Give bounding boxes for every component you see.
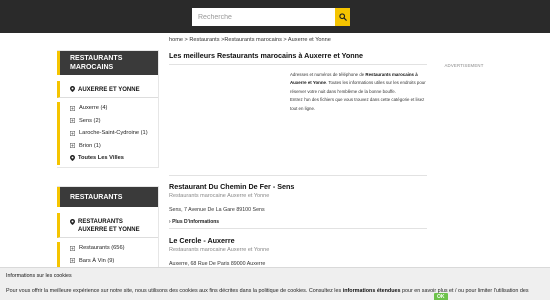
cookie-title: Informations sur les cookies xyxy=(6,273,72,279)
sidebar-location[interactable]: RESTAURANTS AUXERRE ET YONNE xyxy=(57,213,158,238)
cookie-banner: Informations sur les cookies Pour vous o… xyxy=(0,267,550,300)
listing-address: Sens, 7 Avenue De La Gare 89100 Sens xyxy=(169,207,265,213)
sidebar-heading: RESTAURANTS xyxy=(57,187,158,207)
divider xyxy=(169,175,427,176)
location-pin-icon xyxy=(70,219,75,225)
sidebar-location[interactable]: AUXERRE ET YONNE xyxy=(57,81,158,98)
top-bar xyxy=(0,0,550,33)
sidebar-heading: RESTAURANTS MAROCAINS xyxy=(57,51,158,75)
plus-square-icon xyxy=(70,258,75,264)
sidebar-item-brion[interactable]: Brion (1) xyxy=(57,139,158,152)
sidebar-restaurants: RESTAURANTS RESTAURANTS AUXERRE ET YONNE… xyxy=(57,186,159,276)
intro-text: Adresses et numéros de téléphone de Rest… xyxy=(290,71,428,113)
sidebar-item-label: Bars À Vin (9) xyxy=(79,257,115,264)
listing-item: Restaurant Du Chemin De Fer - Sens Resta… xyxy=(169,182,427,225)
plus-square-icon xyxy=(70,245,75,251)
intro-paragraph-1: Adresses et numéros de téléphone de Rest… xyxy=(290,72,426,94)
sidebar-item-label: Toutes Les Villes xyxy=(78,155,124,162)
sidebar-restaurants-marocains: RESTAURANTS MAROCAINS AUXERRE ET YONNE A… xyxy=(57,50,159,168)
sidebar-item-laroche[interactable]: Laroche-Saint-Cydroine (1) xyxy=(57,127,158,140)
location-pin-icon xyxy=(70,86,75,92)
cookie-ok-button[interactable]: OK xyxy=(434,293,448,300)
plus-square-icon xyxy=(70,130,75,136)
divider xyxy=(169,228,427,229)
sidebar-item-sens[interactable]: Sens (2) xyxy=(57,114,158,127)
location-pin-icon xyxy=(70,155,75,162)
listing-category: Restaurants marocaine Auxerre et Yonne xyxy=(169,193,270,199)
plus-square-icon xyxy=(70,105,75,111)
chevron-right-icon: › xyxy=(169,219,171,225)
sidebar-item-label: Sens (2) xyxy=(79,117,101,124)
search-button[interactable] xyxy=(335,8,350,26)
breadcrumb[interactable]: home > Restaurants >Restaurants marocain… xyxy=(169,37,331,43)
sidebar-item-bars-a-vin[interactable]: Bars À Vin (9) xyxy=(57,254,158,267)
cookie-info-link[interactable]: informations étendues xyxy=(343,288,401,294)
listing-name[interactable]: Le Cercle - Auxerre xyxy=(169,236,427,245)
intro-paragraph-2: Entrez l'un des fichiers que vous trouve… xyxy=(290,97,425,111)
sidebar-item-label: Brion (1) xyxy=(79,142,101,149)
plus-square-icon xyxy=(70,118,75,124)
sidebar-item-all-cities[interactable]: Toutes Les Villes xyxy=(57,152,158,165)
search-input[interactable] xyxy=(192,8,335,26)
advertisement-label: ADVERTISEMENT xyxy=(444,63,484,68)
listing-category: Restaurants marocaine Auxerre et Yonne xyxy=(169,247,270,253)
more-info-link[interactable]: › Plus D'informations xyxy=(169,219,427,225)
search-icon xyxy=(338,13,347,21)
listing-name[interactable]: Restaurant Du Chemin De Fer - Sens xyxy=(169,182,427,191)
page-title: Les meilleurs Restaurants marocains à Au… xyxy=(169,51,364,60)
cookie-text: Pour vous offrir la meilleure expérience… xyxy=(6,288,529,294)
listing-item: Le Cercle - Auxerre Restaurants marocain… xyxy=(169,236,427,267)
sidebar-item-label: Auxerre (4) xyxy=(79,105,108,112)
divider xyxy=(169,64,427,65)
sidebar-item-label: Laroche-Saint-Cydroine (1) xyxy=(79,130,148,137)
sidebar-item-auxerre[interactable]: Auxerre (4) xyxy=(57,102,158,115)
search-box xyxy=(192,8,350,26)
sidebar-item-label: Restaurants (656) xyxy=(79,245,125,252)
plus-square-icon xyxy=(70,143,75,149)
sidebar-item-restaurants[interactable]: Restaurants (656) xyxy=(57,242,158,255)
